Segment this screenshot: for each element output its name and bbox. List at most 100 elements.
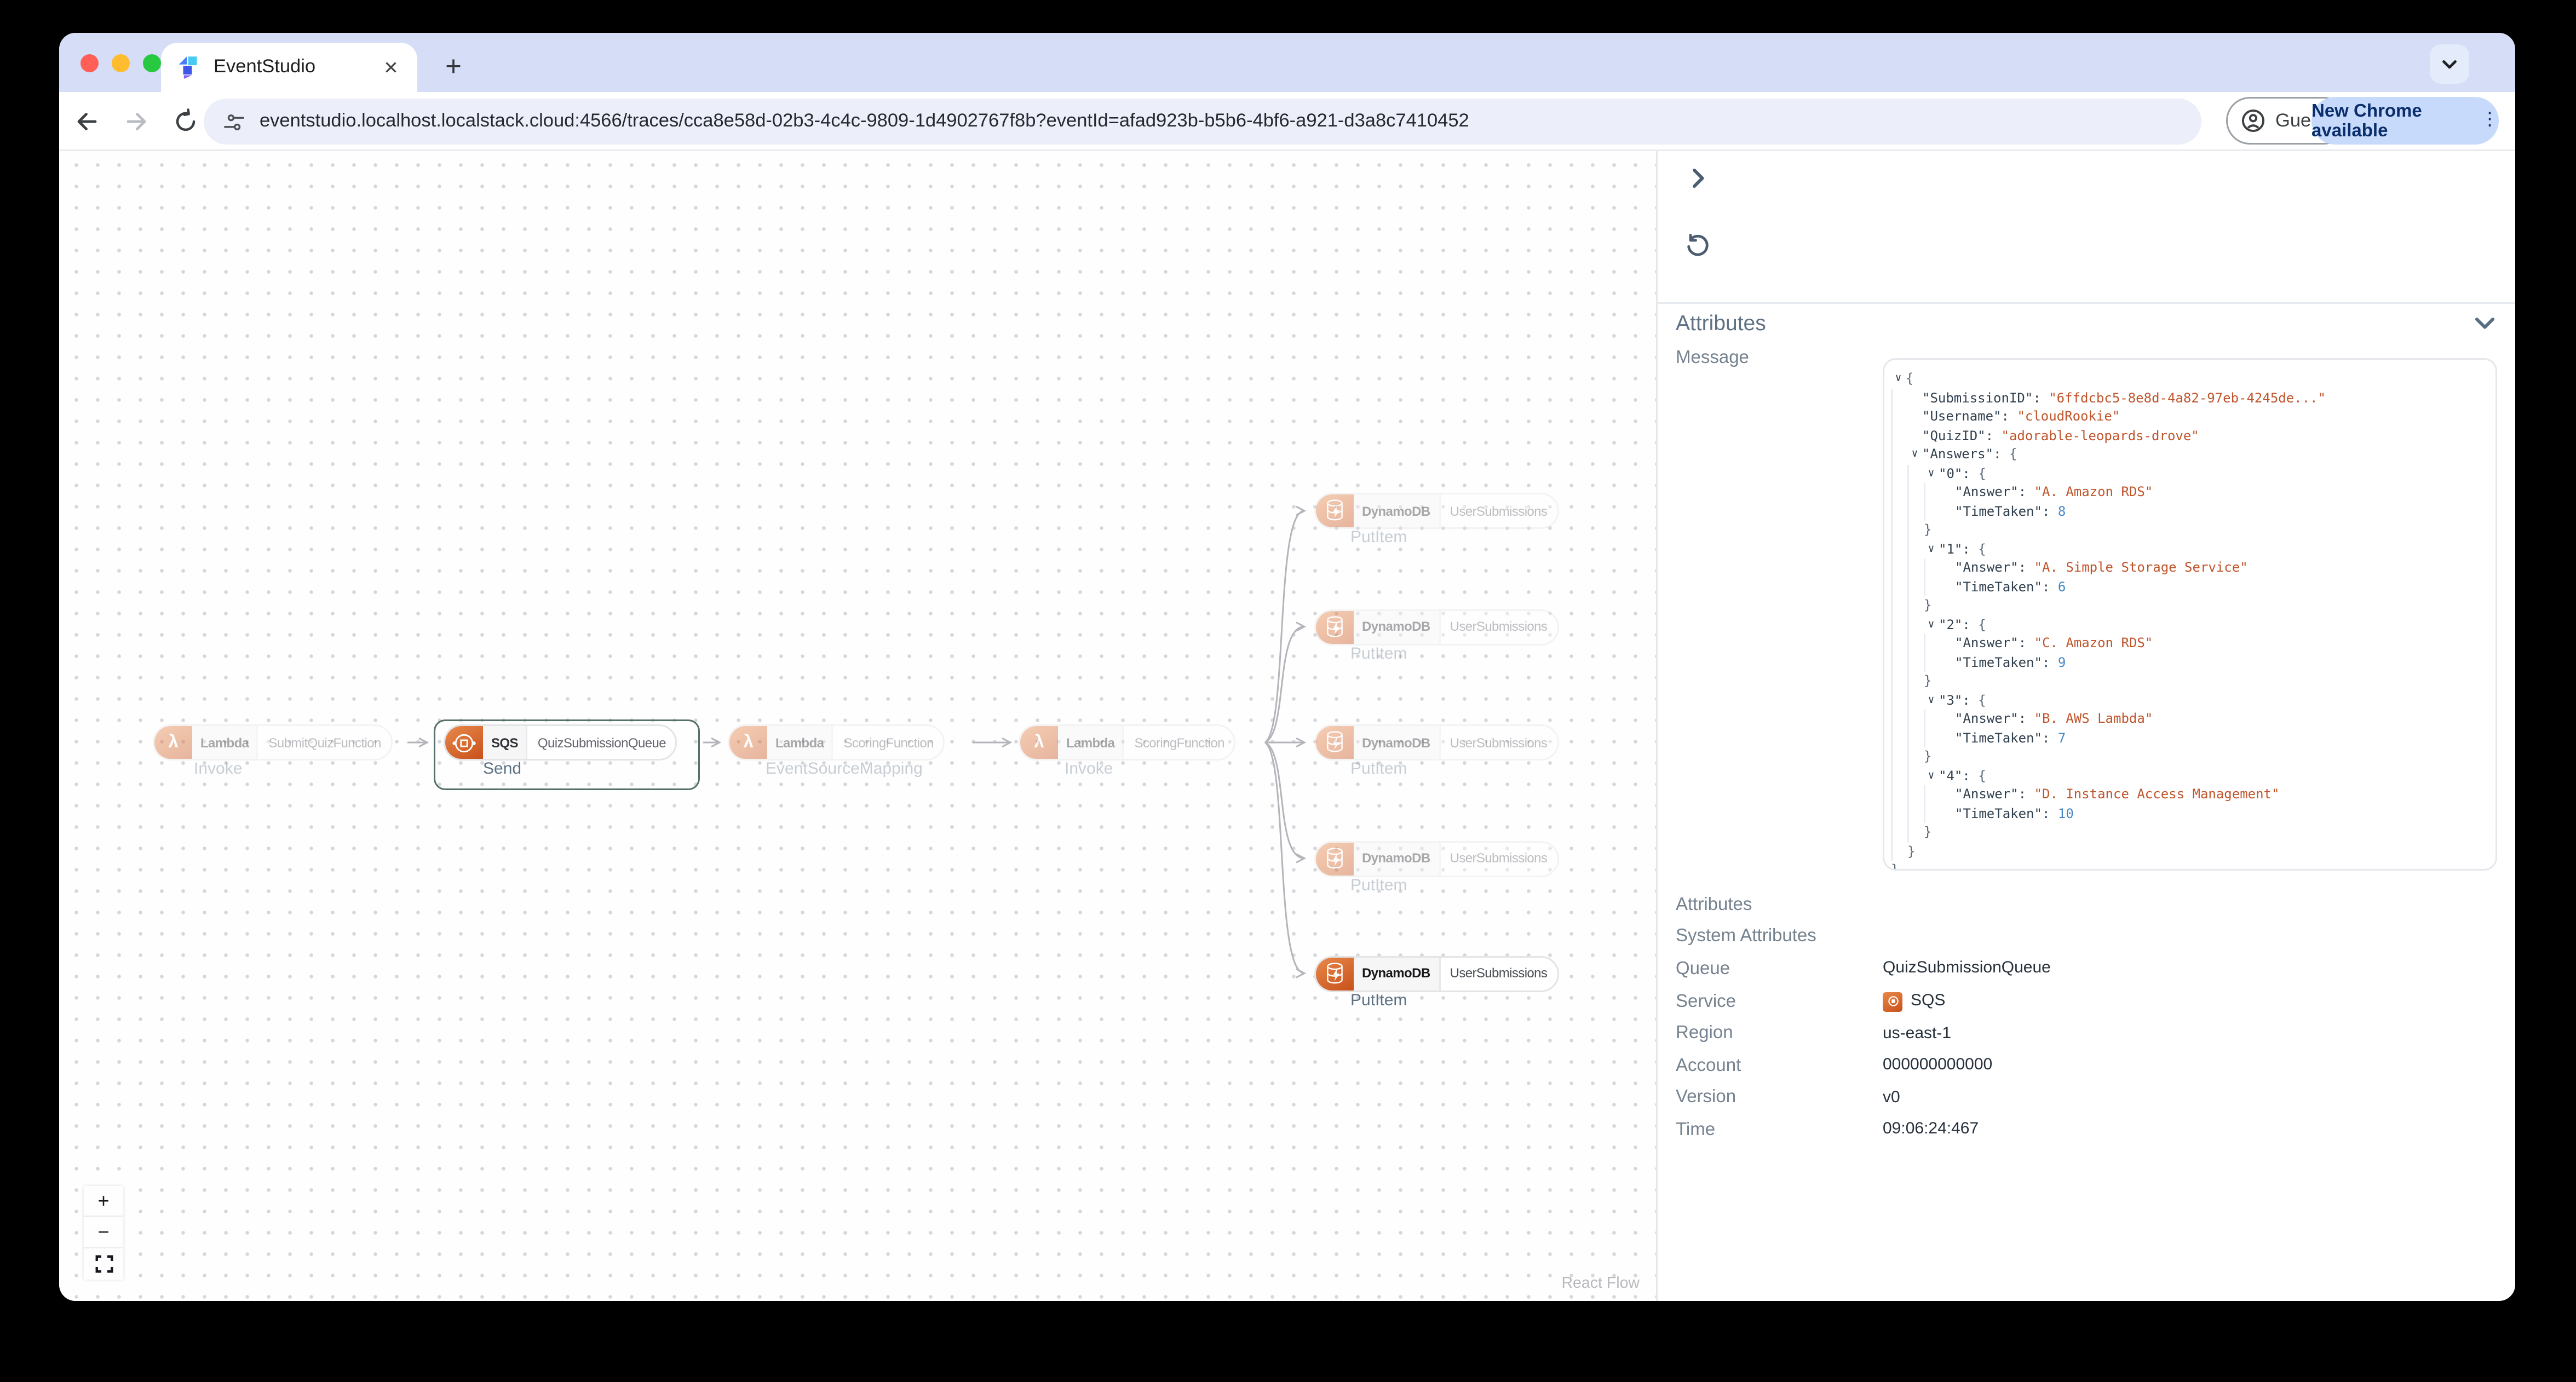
- flow-node-lambda-scoringfunction-esm[interactable]: λ Lambda ScoringFunction: [728, 724, 945, 761]
- maximize-window-button[interactable]: [143, 53, 161, 72]
- edge-operation-label: PutItem: [1350, 991, 1407, 1010]
- edge-operation-label: PutItem: [1350, 761, 1407, 779]
- flow-node-dynamodb-usersubmissions-2[interactable]: DynamoDB UserSubmissions: [1314, 608, 1559, 645]
- system-attributes-row[interactable]: System Attributes: [1676, 921, 2497, 953]
- site-settings-icon[interactable]: [223, 111, 245, 133]
- replay-event-button[interactable]: [1681, 228, 1714, 261]
- region-label: Region: [1676, 1023, 1733, 1044]
- canvas-controls: + −: [84, 1186, 123, 1280]
- node-resource-label: UserSubmissions: [1438, 842, 1557, 875]
- zoom-out-button[interactable]: −: [84, 1217, 123, 1248]
- service-label: Service: [1676, 991, 1737, 1011]
- tab-list-chevron-button[interactable]: [2430, 44, 2469, 84]
- account-label: Account: [1676, 1056, 1741, 1076]
- flow-node-lambda-scoringfunction-invoke[interactable]: λ Lambda ScoringFunction: [1019, 724, 1236, 761]
- node-service-label: Lambda: [1058, 726, 1123, 759]
- version-row: Version v0: [1676, 1082, 2497, 1114]
- new-tab-button[interactable]: +: [434, 48, 473, 87]
- collapse-panel-button[interactable]: [1681, 161, 1714, 194]
- time-value: 09:06:24:467: [1883, 1121, 1979, 1139]
- reload-icon: [176, 107, 196, 130]
- chrome-update-label: New Chrome available: [2312, 101, 2422, 141]
- dynamodb-icon: [1316, 842, 1354, 875]
- sqs-icon: [1883, 991, 1902, 1011]
- fit-view-button[interactable]: [84, 1248, 123, 1280]
- browser-toolbar: eventstudio.localhost.localstack.cloud:4…: [59, 92, 2515, 151]
- service-value: SQS: [1883, 991, 1946, 1011]
- service-row: Service SQS: [1676, 985, 2497, 1017]
- replay-icon: [1686, 233, 1708, 255]
- minimize-window-button[interactable]: [112, 53, 130, 72]
- flow-node-dynamodb-usersubmissions-4[interactable]: DynamoDB UserSubmissions: [1314, 840, 1559, 877]
- fullscreen-icon: [95, 1255, 112, 1273]
- browser-tab[interactable]: EventStudio ✕: [161, 43, 417, 92]
- node-resource-label: UserSubmissions: [1438, 726, 1557, 759]
- queue-label: Queue: [1676, 959, 1730, 979]
- node-resource-label: ScoringFunction: [832, 726, 943, 759]
- flow-node-dynamodb-usersubmissions-5[interactable]: DynamoDB UserSubmissions: [1314, 955, 1559, 992]
- page-content: λ Lambda SubmitQuizFunction Invoke SQS Q…: [59, 151, 2515, 1301]
- url-text: eventstudio.localhost.localstack.cloud:4…: [260, 112, 1469, 131]
- service-name-text: SQS: [1911, 992, 1946, 1011]
- dynamodb-icon: [1316, 494, 1354, 527]
- flow-node-lambda-submitquizfunction[interactable]: λ Lambda SubmitQuizFunction: [153, 724, 393, 761]
- chevron-right-icon: [1692, 168, 1704, 187]
- flow-node-sqs-quizsubmissionqueue[interactable]: SQS QuizSubmissionQueue: [444, 724, 677, 761]
- browser-window: EventStudio ✕ + eventstudio.localhost.lo…: [59, 33, 2515, 1301]
- node-service-label: SQS: [483, 726, 526, 759]
- tab-strip: EventStudio ✕ +: [59, 33, 2515, 92]
- screenshot-stage: EventStudio ✕ + eventstudio.localhost.lo…: [0, 0, 2576, 1381]
- dynamodb-icon: [1316, 726, 1354, 759]
- node-resource-label: SubmitQuizFunction: [257, 726, 390, 759]
- queue-row: Queue QuizSubmissionQueue: [1676, 953, 2497, 986]
- reload-button[interactable]: [164, 100, 207, 142]
- lambda-icon: λ: [729, 726, 767, 759]
- node-service-label: Lambda: [192, 726, 257, 759]
- edge-operation-label: Invoke: [194, 761, 243, 779]
- lambda-icon: λ: [1020, 726, 1058, 759]
- event-flow-canvas[interactable]: λ Lambda SubmitQuizFunction Invoke SQS Q…: [59, 151, 1656, 1301]
- node-service-label: DynamoDB: [1354, 957, 1439, 990]
- time-row: Time 09:06:24:467: [1676, 1114, 2497, 1146]
- queue-value: QuizSubmissionQueue: [1883, 960, 2051, 978]
- edge-operation-label: Send: [483, 761, 522, 779]
- react-flow-attribution[interactable]: React Flow: [1561, 1275, 1640, 1293]
- attributes-header-label: Attributes: [1676, 310, 1766, 335]
- node-resource-label: UserSubmissions: [1438, 494, 1557, 527]
- edge-operation-label: PutItem: [1350, 644, 1407, 663]
- guest-avatar-icon: [2241, 109, 2265, 133]
- node-resource-label: QuizSubmissionQueue: [526, 726, 676, 759]
- dynamodb-icon: [1316, 610, 1354, 643]
- tab-title: EventStudio: [214, 57, 316, 77]
- flow-node-dynamodb-usersubmissions-1[interactable]: DynamoDB UserSubmissions: [1314, 493, 1559, 529]
- edge-operation-label: Invoke: [1065, 761, 1113, 779]
- account-row: Account 000000000000: [1676, 1050, 2497, 1082]
- detail-rows: Attributes System Attributes Queue QuizS…: [1676, 889, 2497, 1146]
- edge-operation-label: PutItem: [1350, 529, 1407, 547]
- chevron-down-icon[interactable]: [2474, 312, 2496, 333]
- node-service-label: DynamoDB: [1354, 842, 1439, 875]
- attributes-row[interactable]: Attributes: [1676, 889, 2497, 921]
- url-bar[interactable]: eventstudio.localhost.localstack.cloud:4…: [204, 99, 2201, 145]
- message-label: Message: [1676, 348, 1749, 368]
- system-attributes-row-label: System Attributes: [1676, 927, 1816, 947]
- back-arrow-icon: [77, 112, 97, 130]
- region-row: Region us-east-1: [1676, 1017, 2497, 1050]
- forward-button[interactable]: [115, 100, 158, 142]
- panel-divider: [1658, 302, 2515, 304]
- zoom-in-button[interactable]: +: [84, 1186, 123, 1217]
- chrome-update-button[interactable]: New Chrome available ⋮: [2312, 97, 2499, 145]
- flow-node-dynamodb-usersubmissions-3[interactable]: DynamoDB UserSubmissions: [1314, 724, 1559, 761]
- version-value: v0: [1883, 1089, 1900, 1107]
- account-value: 000000000000: [1883, 1056, 1993, 1075]
- chevron-down-icon: [2442, 60, 2457, 69]
- node-service-label: Lambda: [767, 726, 832, 759]
- node-service-label: DynamoDB: [1354, 494, 1439, 527]
- tab-close-icon[interactable]: ✕: [378, 54, 404, 80]
- kebab-menu-icon[interactable]: ⋮: [2481, 111, 2499, 130]
- close-window-button[interactable]: [81, 53, 99, 72]
- node-service-label: DynamoDB: [1354, 610, 1439, 643]
- message-json-viewer[interactable]: ∨{"SubmissionID": "6ffdcbc5-8e8d-4a82-97…: [1883, 358, 2497, 871]
- back-button[interactable]: [66, 100, 108, 142]
- attributes-section-header[interactable]: Attributes: [1676, 310, 2496, 335]
